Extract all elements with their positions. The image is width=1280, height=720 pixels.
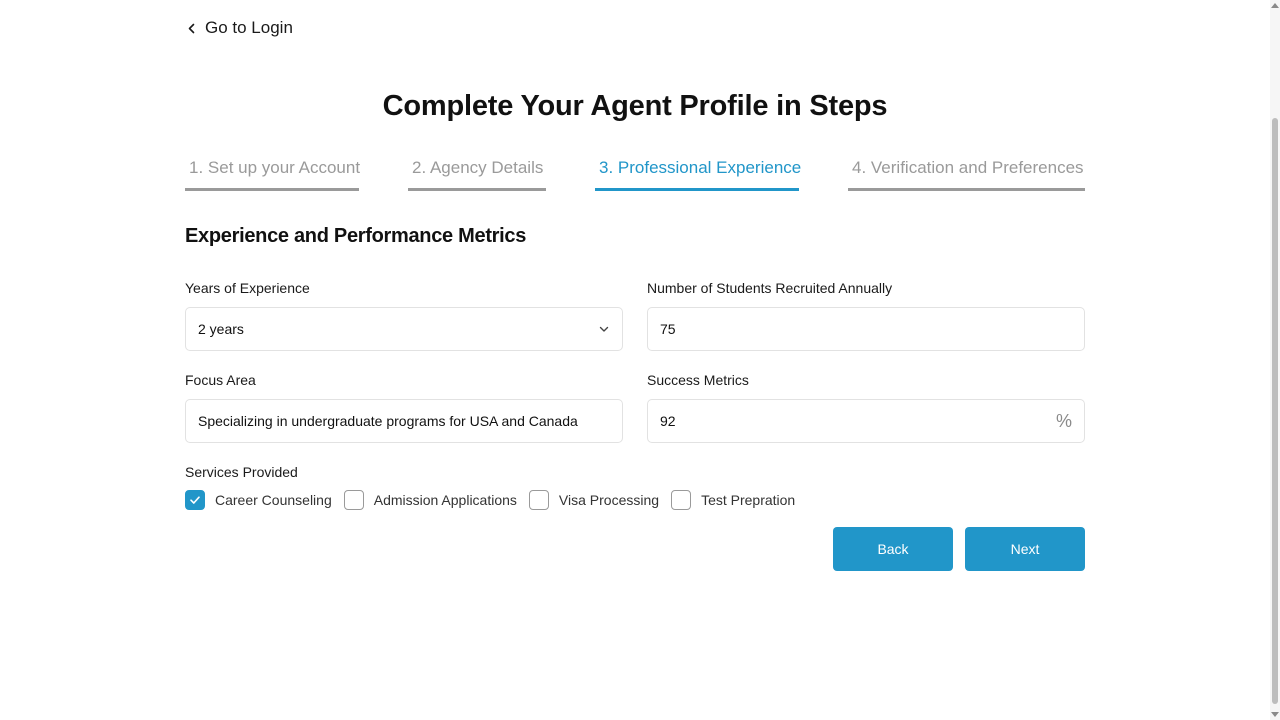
years-of-experience-value: 2 years (198, 321, 244, 337)
page-title: Complete Your Agent Profile in Steps (382, 90, 888, 122)
test-prepration-label: Test Prepration (701, 492, 796, 508)
go-to-login-label: Go to Login (205, 18, 293, 37)
go-to-login-link[interactable]: Go to Login (186, 18, 293, 38)
tab-professional-experience[interactable]: 3. Professional Experience (595, 156, 801, 191)
career-counseling-checkbox[interactable] (185, 490, 205, 510)
service-option-visa-processing[interactable]: Visa Processing (528, 490, 660, 510)
success-metrics-label: Success Metrics (647, 372, 749, 388)
section-title: Experience and Performance Metrics (185, 225, 527, 247)
profile-page: Go to Login Complete Your Agent Profile … (0, 0, 1280, 720)
scroll-down-arrow-icon[interactable] (1271, 712, 1279, 717)
back-button[interactable]: Back (833, 527, 953, 571)
chevron-down-icon (598, 323, 610, 335)
test-prepration-checkbox[interactable] (671, 490, 692, 510)
students-recruited-input[interactable] (660, 321, 1072, 337)
service-option-test-prepration[interactable]: Test Prepration (671, 490, 795, 510)
years-of-experience-label: Years of Experience (185, 280, 310, 296)
tab-verification-preferences[interactable]: 4. Verification and Preferences (848, 156, 1085, 191)
focus-area-field (185, 399, 623, 443)
students-recruited-label: Number of Students Recruited Annually (647, 280, 893, 296)
success-metrics-input[interactable] (660, 413, 1056, 429)
service-option-career-counseling[interactable]: Career Counseling (185, 490, 332, 510)
visa-processing-checkbox[interactable] (528, 490, 549, 510)
chevron-left-icon (186, 23, 197, 34)
services-provided-label: Services Provided (185, 464, 298, 480)
admission-applications-label: Admission Applications (373, 492, 517, 508)
admission-applications-checkbox[interactable] (343, 490, 364, 510)
tab-set-up-account[interactable]: 1. Set up your Account (185, 156, 360, 191)
percent-suffix: % (1055, 410, 1072, 431)
career-counseling-label: Career Counseling (215, 492, 332, 508)
visa-processing-label: Visa Processing (558, 492, 660, 508)
success-metrics-field: % (647, 399, 1085, 443)
vertical-scrollbar[interactable] (1270, 0, 1280, 720)
next-button[interactable]: Next (965, 527, 1085, 571)
focus-area-label: Focus Area (185, 372, 256, 388)
scrollbar-thumb[interactable] (1272, 118, 1278, 704)
students-recruited-field (647, 307, 1085, 351)
service-option-admission-applications[interactable]: Admission Applications (343, 490, 517, 510)
tab-agency-details[interactable]: 2. Agency Details (408, 156, 546, 191)
scroll-up-arrow-icon[interactable] (1271, 3, 1279, 8)
services-checkbox-group: Career Counseling Admission Applications… (185, 489, 807, 511)
step-tabs: 1. Set up your Account 2. Agency Details… (185, 156, 1085, 192)
focus-area-input[interactable] (198, 413, 610, 429)
years-of-experience-select[interactable]: 2 years (185, 307, 623, 351)
check-icon (190, 496, 200, 504)
